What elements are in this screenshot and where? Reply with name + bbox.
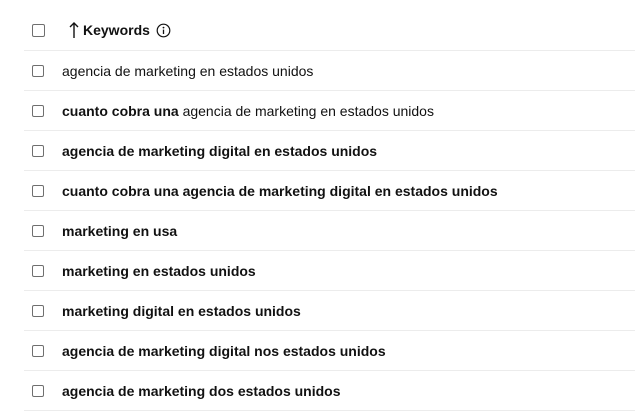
- arrow-up-icon[interactable]: [68, 21, 80, 39]
- row-checkbox-cell: [24, 371, 62, 410]
- keyword-text[interactable]: agencia de marketing dos estados unidos: [62, 383, 341, 399]
- keyword-bold-part: marketing digital en estados unidos: [62, 302, 301, 319]
- table-row: cuanto cobra una agencia de marketing en…: [24, 91, 635, 131]
- keyword-bold-part: marketing en estados unidos: [62, 262, 256, 279]
- table-header: Keywords: [24, 10, 635, 51]
- row-checkbox-cell: [24, 51, 62, 90]
- keywords-column-header[interactable]: Keywords: [68, 21, 171, 39]
- row-checkbox[interactable]: [32, 64, 44, 77]
- row-checkbox[interactable]: [32, 264, 44, 277]
- row-checkbox[interactable]: [32, 304, 44, 317]
- row-checkbox[interactable]: [32, 344, 44, 357]
- keyword-text[interactable]: marketing en usa: [62, 223, 177, 239]
- keyword-text[interactable]: marketing en estados unidos: [62, 263, 256, 279]
- table-row: marketing en estados unidos: [24, 251, 635, 291]
- keyword-bold-part: agencia de marketing dos estados unidos: [62, 382, 341, 399]
- row-checkbox[interactable]: [32, 144, 44, 157]
- info-circle-icon[interactable]: [156, 23, 171, 38]
- keyword-text[interactable]: agencia de marketing digital nos estados…: [62, 343, 386, 359]
- keyword-text[interactable]: agencia de marketing en estados unidos: [62, 63, 313, 79]
- keyword-bold-part: cuanto cobra una: [62, 102, 179, 119]
- keyword-bold-part: marketing en usa: [62, 222, 178, 239]
- keywords-column-label: Keywords: [83, 22, 150, 38]
- keyword-text[interactable]: agencia de marketing digital en estados …: [62, 143, 377, 159]
- table-row: agencia de marketing en estados unidos: [24, 51, 635, 91]
- row-checkbox-cell: [24, 331, 62, 370]
- row-checkbox[interactable]: [32, 184, 44, 197]
- select-all-checkbox[interactable]: [32, 23, 45, 37]
- select-all-cell: [24, 10, 62, 50]
- keyword-text[interactable]: cuanto cobra una agencia de marketing di…: [62, 183, 498, 199]
- table-row: agencia de marketing digital en estados …: [24, 131, 635, 171]
- keywords-table: Keywords agencia de marketing en estados…: [24, 10, 635, 411]
- table-body: agencia de marketing en estados unidos c…: [24, 51, 635, 411]
- table-row: marketing digital en estados unidos: [24, 291, 635, 331]
- keyword-text[interactable]: cuanto cobra una agencia de marketing en…: [62, 103, 434, 119]
- row-checkbox-cell: [24, 291, 62, 330]
- row-checkbox-cell: [24, 211, 62, 250]
- table-row: cuanto cobra una agencia de marketing di…: [24, 171, 635, 211]
- row-checkbox[interactable]: [32, 224, 44, 237]
- keyword-bold-part: agencia de marketing digital en estados …: [62, 142, 378, 159]
- row-checkbox[interactable]: [32, 104, 44, 117]
- keyword-normal-part: agencia de marketing en estados unidos: [62, 62, 314, 79]
- keyword-text[interactable]: marketing digital en estados unidos: [62, 303, 301, 319]
- table-row: agencia de marketing digital nos estados…: [24, 331, 635, 371]
- row-checkbox[interactable]: [32, 384, 44, 397]
- row-checkbox-cell: [24, 131, 62, 170]
- table-row: agencia de marketing dos estados unidos: [24, 371, 635, 411]
- keyword-bold-part: cuanto cobra una agencia de marketing di…: [62, 182, 498, 199]
- keyword-bold-part: agencia de marketing digital nos estados…: [62, 342, 386, 359]
- row-checkbox-cell: [24, 91, 62, 130]
- row-checkbox-cell: [24, 171, 62, 210]
- table-row: marketing en usa: [24, 211, 635, 251]
- row-checkbox-cell: [24, 251, 62, 290]
- keyword-normal-part: agencia de marketing en estados unidos: [178, 102, 434, 119]
